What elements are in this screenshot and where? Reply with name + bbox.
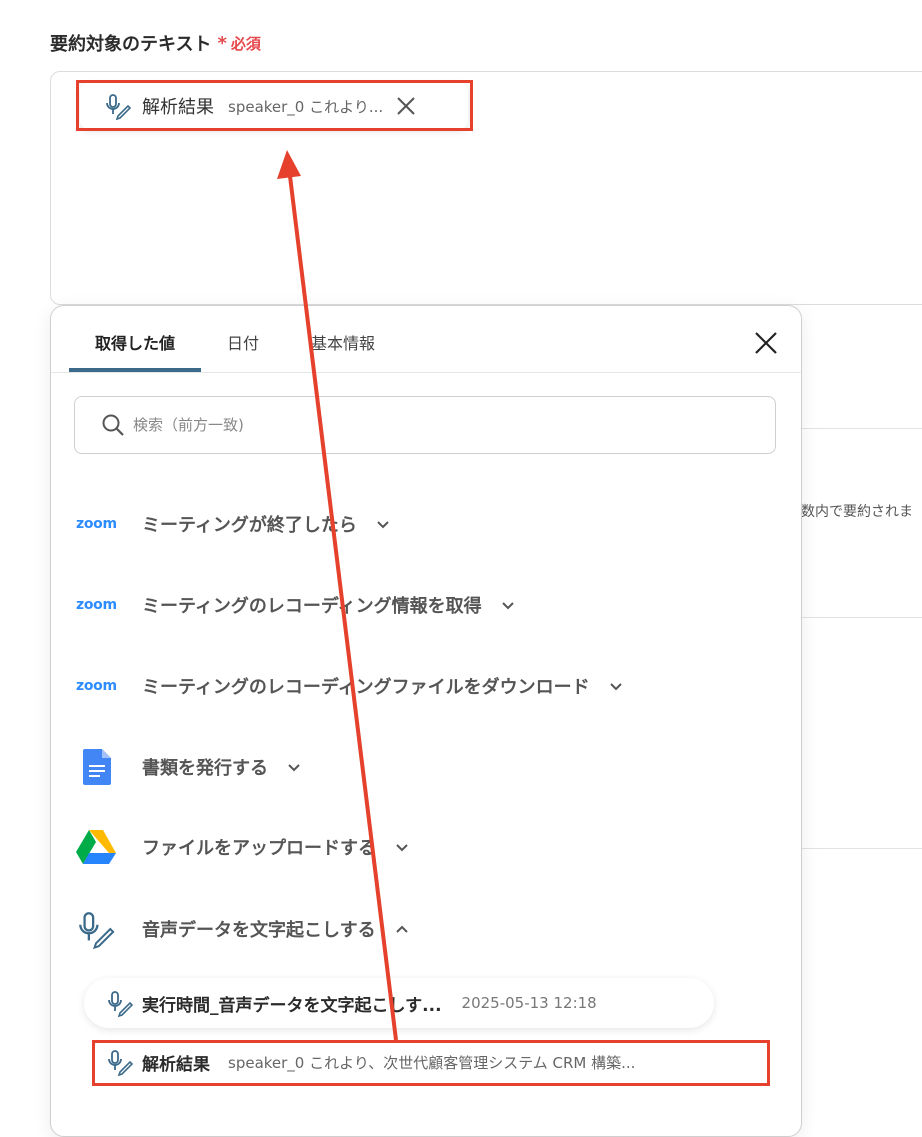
mic-pen-icon [108, 991, 134, 1017]
tab-date[interactable]: 日付 [201, 324, 285, 366]
background-hint-text: 数内で要約されま [801, 504, 913, 520]
divider [51, 372, 801, 373]
value-picker-popup: 取得した値 日付 基本情報 zoom ミーティングが終了したら zoom ミーテ… [50, 305, 802, 1137]
field-label: 要約対象のテキスト * 必須 [50, 30, 261, 56]
chevron-up-icon [395, 925, 408, 933]
field-label-text: 要約対象のテキスト [50, 34, 212, 55]
chevron-down-icon [501, 602, 514, 610]
group-label: 音声データを文字起こしする [142, 920, 376, 941]
tab-fetched-values[interactable]: 取得した値 [69, 324, 202, 372]
zoom-logo: zoom [76, 516, 117, 532]
zoom-logo: zoom [76, 678, 117, 694]
group-label: ミーティングのレコーディング情報を取得 [142, 596, 482, 617]
divider [800, 428, 922, 429]
required-text: 必須 [230, 34, 261, 53]
group-label: ファイルをアップロードする [142, 838, 376, 859]
tab-basic-info[interactable]: 基本情報 [285, 324, 401, 366]
google-drive-icon [76, 830, 116, 864]
required-asterisk: * [217, 32, 227, 54]
group-recording-info[interactable]: zoom ミーティングのレコーディング情報を取得 [76, 582, 516, 628]
item-name: 実行時間_音声データを文字起こしす... [142, 995, 442, 1016]
zoom-logo: zoom [76, 597, 117, 613]
chevron-down-icon [396, 844, 408, 852]
group-recording-download[interactable]: zoom ミーティングのレコーディングファイルをダウンロード [76, 663, 624, 709]
group-label: ミーティングが終了したら [142, 515, 357, 536]
group-transcribe-audio[interactable]: 音声データを文字起こしする [76, 906, 410, 952]
group-label: 書類を発行する [142, 758, 268, 779]
highlight-box-chip [76, 80, 473, 131]
google-docs-icon [83, 749, 111, 785]
search-field[interactable] [74, 396, 776, 454]
search-icon [102, 414, 124, 436]
divider [800, 617, 922, 618]
group-meeting-ended[interactable]: zoom ミーティングが終了したら [76, 501, 391, 547]
divider [800, 848, 922, 849]
chevron-down-icon [288, 764, 300, 772]
chevron-down-icon [377, 521, 389, 529]
chevron-down-icon [609, 683, 622, 691]
highlight-box-item [92, 1040, 770, 1086]
item-value: 2025-05-13 12:18 [461, 994, 597, 1012]
tab-bar: 取得した値 日付 基本情報 [69, 324, 401, 372]
group-issue-document[interactable]: 書類を発行する [76, 744, 302, 790]
group-upload-file[interactable]: ファイルをアップロードする [76, 824, 410, 870]
group-label: ミーティングのレコーディングファイルをダウンロード [142, 677, 590, 698]
mic-pen-icon [79, 912, 115, 949]
value-item-execution-time[interactable]: 実行時間_音声データを文字起こしす... 2025-05-13 12:18 [84, 978, 714, 1028]
search-input[interactable] [131, 415, 735, 435]
close-icon[interactable] [753, 330, 779, 356]
